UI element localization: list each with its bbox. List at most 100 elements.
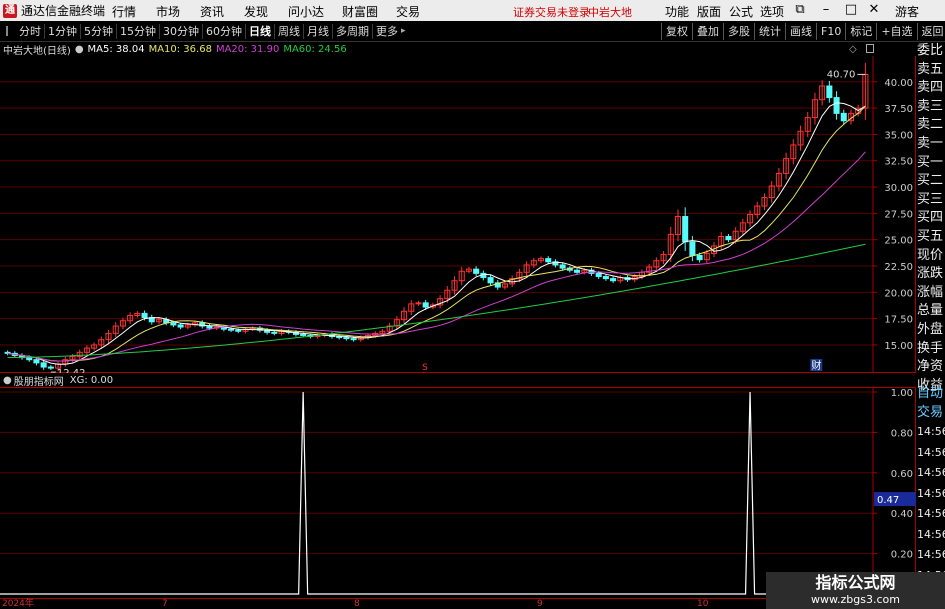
- maximize-icon[interactable]: □: [843, 2, 859, 17]
- tab-weekly[interactable]: 周线: [275, 23, 304, 39]
- ma60-label: MA60: 24.56: [283, 43, 347, 55]
- quote-label: 买二: [917, 173, 944, 189]
- event-marker-cai[interactable]: 财: [811, 359, 821, 372]
- trade-time: 14:56: [917, 445, 945, 459]
- menu-item-faxian[interactable]: 发现: [244, 3, 268, 20]
- menu-item-jiaoyi[interactable]: 交易: [396, 3, 420, 20]
- trade-time: 14:56: [917, 466, 945, 480]
- trade-time: 14:56: [917, 486, 945, 500]
- quote-label: 买三: [917, 191, 944, 207]
- indicator-chart-panel[interactable]: 1.00 0.80 0.60 0.40 0.20 0.47: [0, 388, 916, 598]
- close-icon[interactable]: ✕: [866, 2, 882, 17]
- quote-label: 委比: [917, 43, 944, 58]
- y-tick-label: 35.00: [884, 130, 913, 141]
- indicator-line-chart[interactable]: 1.00 0.80 0.60 0.40 0.20 0.47: [0, 388, 916, 598]
- candle-body: [47, 366, 54, 369]
- window-toggle-icon[interactable]: [866, 44, 874, 53]
- menu-item-xuanxiang[interactable]: 选项: [760, 3, 784, 20]
- menu-item-gongneng[interactable]: 功能: [665, 3, 689, 20]
- candle-body: [689, 241, 696, 256]
- menu-item-shichang[interactable]: 市场: [156, 3, 180, 20]
- more-arrow-icon[interactable]: ▸: [401, 26, 406, 36]
- chart-title: 中岩大地(日线): [3, 45, 71, 57]
- right-toolbar: 复权 叠加 多股 统计 画线 F10 标记 +自选 返回: [661, 23, 945, 40]
- candle-body: [422, 302, 429, 308]
- fuquan-button[interactable]: 复权: [661, 23, 692, 40]
- candle-body: [271, 331, 278, 334]
- trade-label[interactable]: 自动: [917, 385, 945, 404]
- settings-circle-icon[interactable]: ●: [75, 44, 84, 55]
- watermark-title: 指标公式网: [815, 573, 896, 592]
- quote-label: 换手: [917, 340, 944, 356]
- minimize-icon[interactable]: –: [818, 2, 834, 17]
- y-tick-label: 0.20: [891, 550, 913, 561]
- title-bar: 通 通达信金融终端 行情 市场 资讯 发现 问小达 财富圈 交易 证券交易未登录…: [0, 0, 945, 21]
- tab-daily[interactable]: 日线: [246, 23, 275, 39]
- tab-60min[interactable]: 60分钟: [203, 23, 246, 39]
- trade-time: 14:56: [917, 425, 945, 439]
- y-tick-label: 40.00: [884, 78, 913, 89]
- mark-button[interactable]: 标记: [845, 23, 876, 40]
- login-warning[interactable]: 证券交易未登录: [513, 4, 590, 20]
- tab-5min[interactable]: 5分钟: [81, 23, 117, 39]
- diamond-icon[interactable]: ◇: [849, 44, 857, 55]
- quote-label: 涨幅: [917, 284, 944, 300]
- overlay-button[interactable]: 叠加: [692, 23, 723, 40]
- xg-signal-line: [0, 391, 873, 595]
- menu-item-zixun[interactable]: 资讯: [200, 3, 224, 20]
- candle-body: [343, 337, 350, 340]
- candle-body: [235, 329, 242, 332]
- tab-monthly[interactable]: 月线: [304, 23, 333, 39]
- candle-body: [350, 338, 357, 341]
- y-tick-label: 15.00: [884, 341, 913, 352]
- tab-more[interactable]: 更多: [373, 24, 401, 39]
- candle-body: [610, 278, 617, 282]
- app-logo-icon: 通: [3, 3, 17, 18]
- guest-user[interactable]: 游客: [895, 3, 919, 20]
- y-tick-label: 0.80: [891, 428, 913, 439]
- menu-item-wenxiaoda[interactable]: 问小达: [288, 3, 324, 20]
- candle-body: [177, 324, 184, 328]
- date-month-label: 8: [354, 599, 360, 609]
- restore-icon[interactable]: ⧉: [792, 2, 808, 17]
- statistics-button[interactable]: 统计: [754, 23, 785, 40]
- candle-body: [682, 216, 689, 243]
- ma5-label: MA5: 38.04: [87, 43, 145, 55]
- indicator-settings-icon[interactable]: ●: [3, 375, 12, 386]
- trade-time: 14:56: [917, 507, 945, 521]
- add-favorite-button[interactable]: +自选: [876, 23, 916, 40]
- tab-15min[interactable]: 15分钟: [117, 23, 160, 39]
- ma5-line: [7, 102, 866, 365]
- date-year-label: 2024年: [2, 599, 34, 609]
- event-marker-s[interactable]: S: [422, 363, 428, 373]
- quote-label: 买五: [917, 228, 944, 244]
- tab-fenshi[interactable]: 分时: [16, 23, 45, 39]
- multi-stock-button[interactable]: 多股: [723, 23, 754, 40]
- main-chart-panel[interactable]: 40.00 37.50 35.00 32.50 30.00 27.50 25.00 22.50…: [0, 56, 916, 373]
- quote-label: 卖五: [917, 61, 944, 77]
- tab-multi-period[interactable]: 多周期: [333, 23, 373, 39]
- menu-item-gongshi[interactable]: 公式: [729, 3, 753, 20]
- candle-body: [26, 357, 33, 361]
- y-tick-label: 1.00: [891, 388, 913, 399]
- menu-item-caifuquan[interactable]: 财富圈: [342, 3, 378, 20]
- menu-item-banmian[interactable]: 版面: [697, 3, 721, 20]
- tab-30min[interactable]: 30分钟: [160, 23, 203, 39]
- f10-button[interactable]: F10: [816, 23, 845, 40]
- quote-label: 现价: [917, 247, 944, 263]
- candle-body: [826, 85, 833, 99]
- watermark-url: www.zbgs3.com: [811, 593, 900, 606]
- trade-label[interactable]: 交易: [917, 404, 945, 423]
- back-button[interactable]: 返回: [916, 23, 945, 40]
- candlestick-chart[interactable]: 40.00 37.50 35.00 32.50 30.00 27.50 25.00 22.50…: [0, 56, 916, 373]
- ma20-line: [7, 151, 866, 362]
- candle-body: [595, 272, 602, 278]
- y-tick-label: 17.50: [884, 315, 913, 326]
- candle-body: [725, 236, 732, 241]
- tab-1min[interactable]: 1分钟: [45, 23, 81, 39]
- quote-label: 卖四: [917, 80, 944, 96]
- menu-item-hangqing[interactable]: 行情: [112, 3, 136, 20]
- quote-sidebar: 委比 卖五 卖四 卖三 卖二 卖一 买一 买二 买三 买四 买五 现价 涨跌 涨幅 总量 外盘 换手 净资 收益 自…: [917, 42, 945, 609]
- draw-line-button[interactable]: 画线: [785, 23, 816, 40]
- ma10-label: MA10: 36.68: [148, 43, 212, 55]
